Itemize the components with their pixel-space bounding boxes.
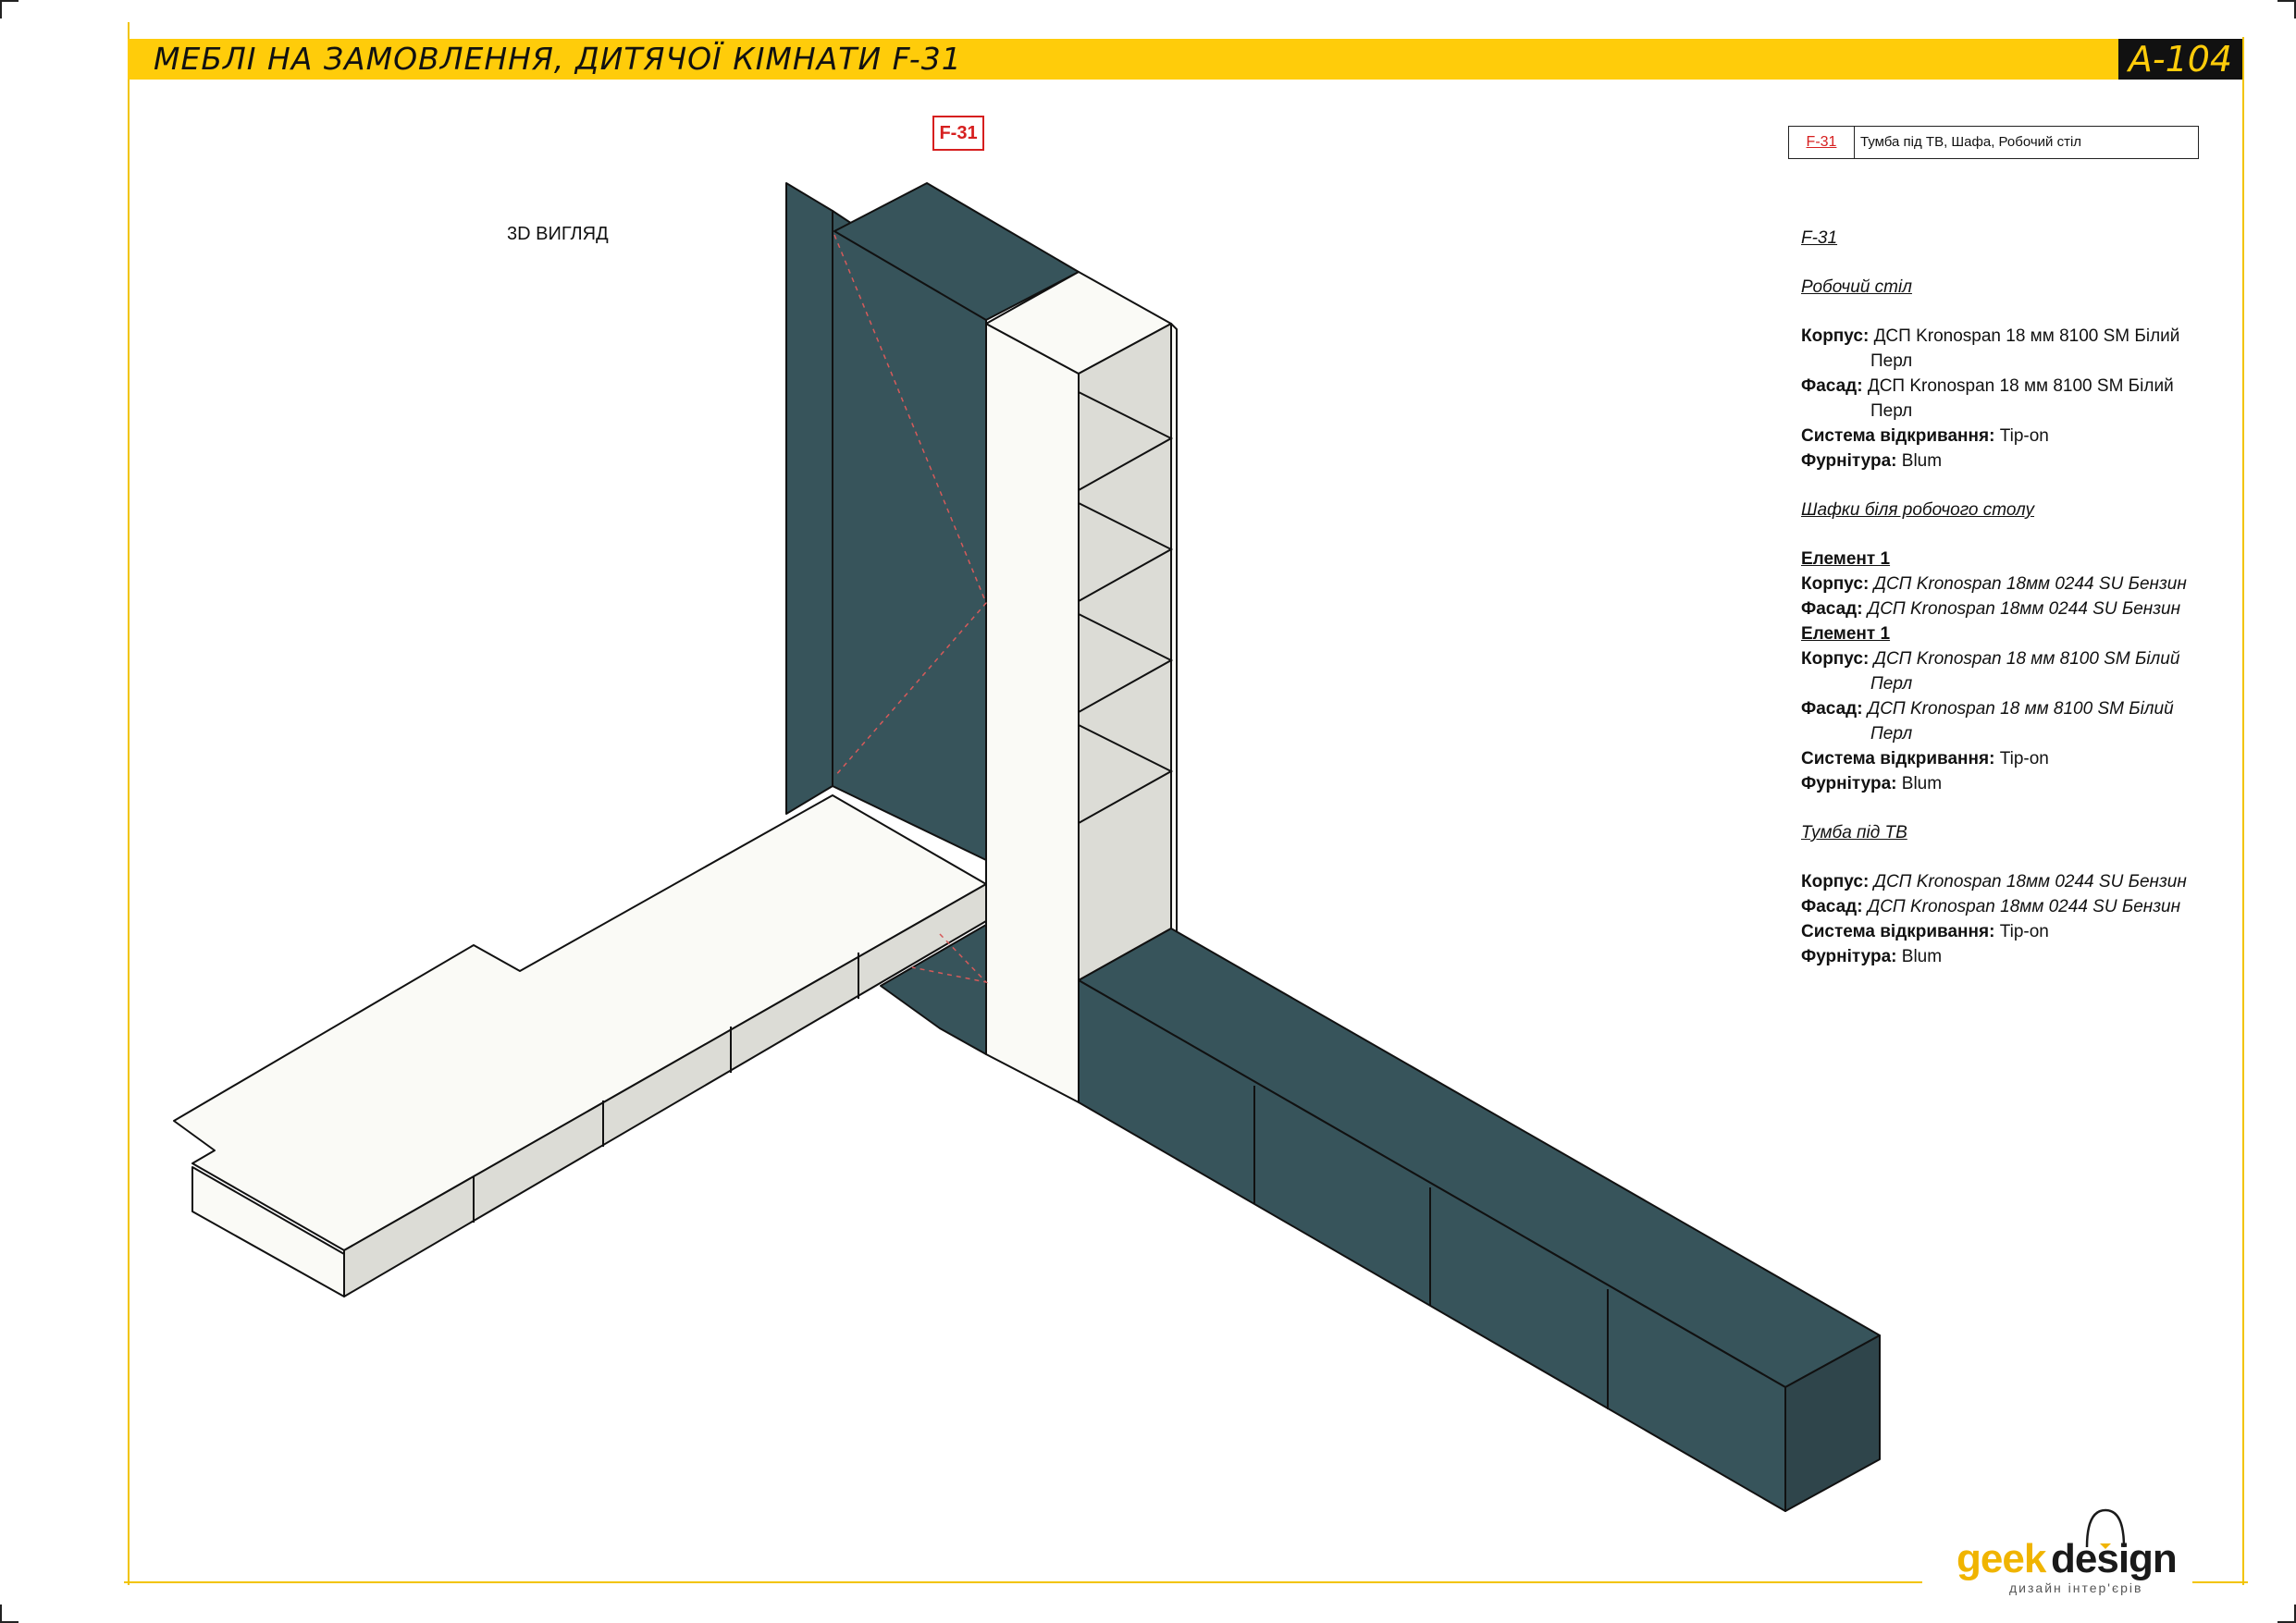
desk-hardware: Фурнітура: Blum — [1801, 451, 1943, 471]
back-panel-face — [832, 210, 987, 861]
element-2-title: Елемент 1 — [1801, 624, 1891, 644]
view-label: 3D ВИГЛЯД — [507, 224, 609, 244]
spec-code: F-31 — [1801, 228, 1838, 248]
desk-title: Робочий стіл — [1801, 277, 1912, 297]
element-2-body: Корпус: ДСП Kronospan 18 мм 8100 SM Біли… — [1801, 649, 2180, 694]
shelf-side — [1170, 323, 1178, 935]
company-logo: geek design дизайн інтер'єрів — [1952, 1503, 2192, 1595]
desk-top — [173, 794, 987, 1251]
tv-hardware: Фурнітура: Blum — [1801, 947, 1943, 966]
desk-opening: Система відкривання: Tip-on — [1801, 426, 2049, 446]
shelf-unit — [1078, 323, 1172, 981]
pillar-front — [985, 323, 1080, 1103]
legend-description: Тумба під ТВ, Шафа, Робочий стіл — [1860, 134, 2082, 150]
tv-opening: Система відкривання: Tip-on — [1801, 922, 2049, 941]
element-1-title: Елемент 1 — [1801, 549, 1891, 569]
tv-title: Тумба під ТВ — [1801, 823, 1907, 842]
specification: F-31 Робочий стіл Корпус: ДСП Kronospan … — [1801, 226, 2208, 969]
logo-design: design — [2051, 1536, 2178, 1581]
desk-facade: Фасад: ДСП Kronospan 18 мм 8100 SM Білий… — [1801, 376, 2174, 421]
element-2-facade: Фасад: ДСП Kronospan 18 мм 8100 SM Білий… — [1801, 699, 2174, 744]
cabinets-hardware: Фурнітура: Blum — [1801, 774, 1943, 793]
logo-geek: geek — [1957, 1536, 2046, 1581]
desk-body: Корпус: ДСП Kronospan 18 мм 8100 SM Біли… — [1801, 326, 2180, 371]
tv-facade: Фасад: ДСП Kronospan 18мм 0244 SU Бензин — [1801, 897, 2181, 916]
cabinets-opening: Система відкривання: Tip-on — [1801, 749, 2049, 768]
legend-table: F-31 Тумба під ТВ, Шафа, Робочий стіл — [1788, 126, 2199, 159]
logo-subtitle: дизайн інтер'єрів — [2009, 1580, 2143, 1595]
element-1-facade: Фасад: ДСП Kronospan 18мм 0244 SU Бензин — [1801, 599, 2181, 619]
back-panel — [785, 182, 833, 815]
tv-body: Корпус: ДСП Kronospan 18мм 0244 SU Бензи… — [1801, 872, 2187, 891]
furniture-tag: F-31 — [932, 116, 984, 151]
cabinets-title: Шафки біля робочого столу — [1801, 500, 2035, 520]
element-1-body: Корпус: ДСП Kronospan 18мм 0244 SU Бензи… — [1801, 574, 2187, 594]
legend-code: F-31 — [1789, 127, 1855, 158]
